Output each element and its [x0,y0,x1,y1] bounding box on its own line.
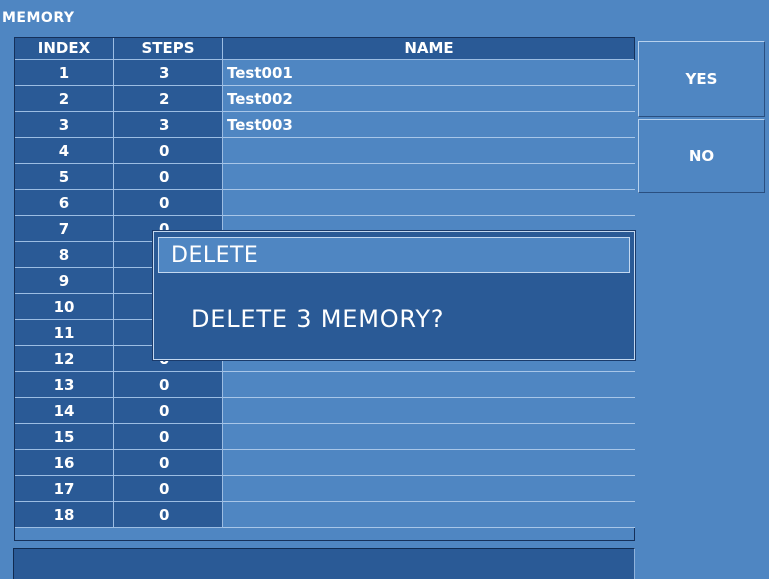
row-name-cell [223,398,635,424]
row-steps-cell: 2 [114,86,223,112]
row-index-cell: 7 [15,216,114,242]
row-steps-cell: 0 [114,138,223,164]
row-index-cell: 6 [15,190,114,216]
row-index-cell: 2 [15,86,114,112]
row-index-cell: 12 [15,346,114,372]
table-row[interactable]: 40 [15,138,635,164]
row-name-cell [223,476,635,502]
dialog-message: DELETE 3 MEMORY? [191,305,445,333]
steps-column-header: STEPS [114,38,223,59]
table-header: INDEX STEPS NAME [15,38,634,60]
row-steps-cell: 0 [114,502,223,528]
table-row[interactable]: 2 2 Test002 [15,86,635,112]
row-name-cell [223,424,635,450]
table-row[interactable]: 16 0 [15,450,635,476]
row-index-cell: 8 [15,242,114,268]
row-name-cell [223,138,635,164]
table-row[interactable]: 60 [15,190,635,216]
delete-dialog: DELETE DELETE 3 MEMORY? [153,231,635,360]
dialog-title: DELETE [158,237,630,273]
row-steps-cell: 0 [114,164,223,190]
table-row[interactable]: 50 [15,164,635,190]
row-steps-cell: 0 [114,450,223,476]
table-row[interactable]: 13 0 [15,372,635,398]
row-steps-cell: 0 [114,424,223,450]
table-row[interactable]: 18 0 [15,502,635,528]
name-column-header: NAME [404,39,454,57]
row-index-cell: 15 [15,424,114,450]
row-name-cell [223,190,635,216]
page-title: MEMORY [2,10,75,26]
row-name-cell [223,502,635,528]
row-name-cell [223,450,635,476]
row-steps-cell: 0 [114,398,223,424]
row-name-cell: Test003 [223,112,635,138]
row-index-cell: 3 [15,112,114,138]
row-name-cell: Test002 [223,86,635,112]
row-index-cell: 16 [15,450,114,476]
status-bar [13,548,635,579]
index-column-header: INDEX [15,38,114,59]
table-row[interactable]: 3 3 Test003 [15,112,635,138]
row-steps-cell: 3 [114,112,223,138]
row-index-cell: 4 [15,138,114,164]
row-index-cell: 13 [15,372,114,398]
row-index-cell: 10 [15,294,114,320]
table-row[interactable]: 17 0 [15,476,635,502]
row-steps-cell: 0 [114,476,223,502]
row-index-cell: 5 [15,164,114,190]
row-index-cell: 14 [15,398,114,424]
row-name-cell: Test001 [223,60,635,86]
row-index-cell: 9 [15,268,114,294]
row-name-cell [223,164,635,190]
row-steps-cell: 0 [114,190,223,216]
row-index-cell: 18 [15,502,114,528]
table-row[interactable]: 15 0 [15,424,635,450]
row-steps-cell: 0 [114,372,223,398]
row-index-cell: 17 [15,476,114,502]
row-name-cell [223,372,635,398]
table-row[interactable]: 1 3 Test001 [15,60,635,86]
no-button[interactable]: NO [638,119,765,193]
row-steps-cell: 3 [114,60,223,86]
row-index-cell: 11 [15,320,114,346]
row-index-cell: 1 [15,60,114,86]
table-row[interactable]: 14 0 [15,398,635,424]
yes-button[interactable]: YES [638,41,765,117]
